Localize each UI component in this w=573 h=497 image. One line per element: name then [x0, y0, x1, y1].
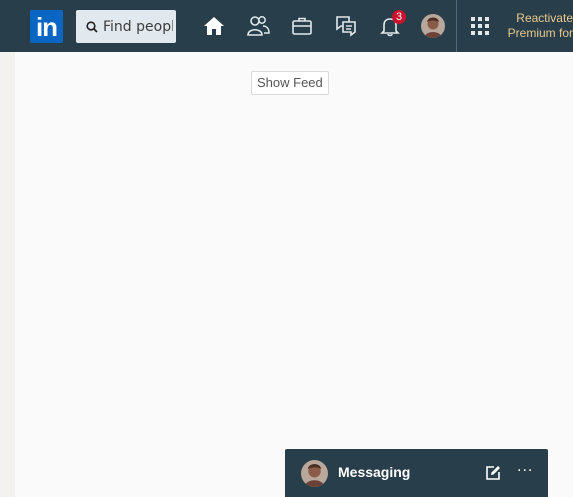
avatar-image — [301, 460, 328, 487]
premium-line-2: Premium for — [507, 26, 573, 40]
nav-jobs[interactable] — [288, 12, 316, 40]
search-box[interactable] — [76, 10, 176, 43]
messaging-more-button[interactable]: ··· — [517, 463, 533, 479]
search-input[interactable] — [98, 18, 173, 35]
jobs-icon — [292, 17, 312, 35]
my-network-icon — [247, 16, 270, 36]
global-nav: in Find people 3 Reactivate Premium for — [0, 0, 573, 52]
nav-work[interactable] — [466, 12, 494, 40]
compose-message-button[interactable] — [485, 465, 501, 481]
linkedin-logo[interactable]: in — [30, 10, 63, 43]
avatar-image — [421, 14, 445, 38]
nav-home[interactable] — [200, 12, 228, 40]
nav-divider — [456, 0, 457, 52]
nav-my-network[interactable] — [244, 12, 272, 40]
main-content — [15, 52, 573, 497]
premium-line-1: Reactivate — [516, 11, 573, 25]
compose-icon — [486, 466, 500, 480]
home-icon — [204, 17, 224, 35]
show-feed-button[interactable]: Show Feed — [251, 71, 329, 95]
messaging-overlay[interactable]: Messaging ··· — [285, 449, 548, 497]
search-icon — [86, 20, 98, 33]
messaging-icon — [336, 16, 356, 37]
messaging-avatar — [301, 460, 328, 487]
work-grid-icon — [471, 17, 489, 35]
nav-messaging[interactable] — [332, 12, 360, 40]
profile-avatar[interactable] — [421, 14, 445, 38]
messaging-title[interactable]: Messaging — [338, 464, 410, 480]
premium-upsell-link[interactable]: Reactivate Premium for — [492, 11, 573, 41]
notifications-badge: 3 — [392, 10, 406, 24]
